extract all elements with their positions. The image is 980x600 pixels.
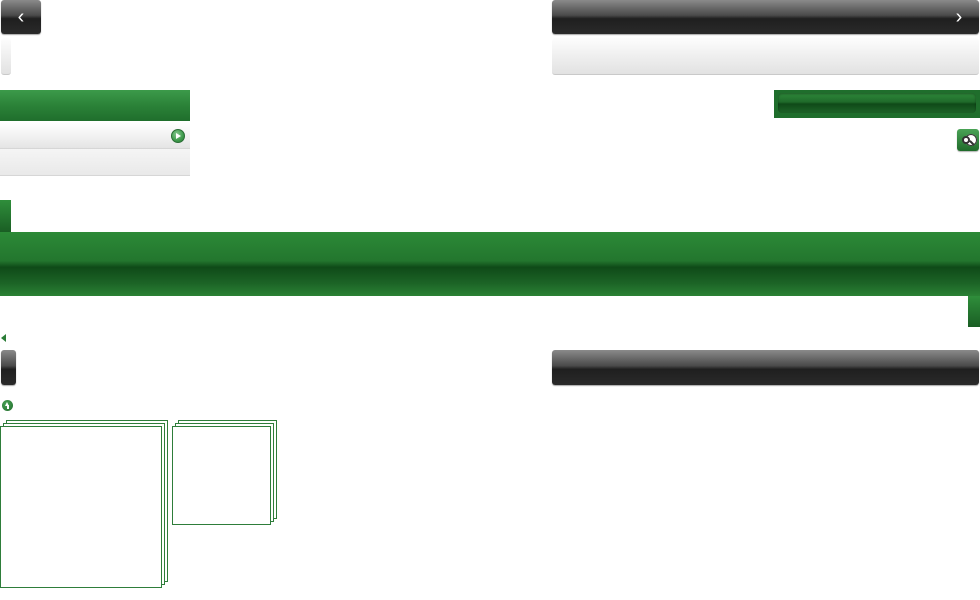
search-field[interactable] xyxy=(778,93,976,113)
subheader-left xyxy=(1,38,11,75)
play-arrow-icon xyxy=(171,129,185,143)
menu-item[interactable] xyxy=(0,149,190,176)
menu-header xyxy=(0,90,190,121)
chevron-right-icon: › xyxy=(955,6,963,28)
top-header-bar: › xyxy=(552,0,979,34)
section-bar-right xyxy=(552,350,979,385)
main-banner xyxy=(0,232,980,296)
next-button[interactable]: › xyxy=(939,0,979,34)
band-tab-left xyxy=(0,200,11,232)
up-arrow-icon[interactable] xyxy=(2,400,13,411)
card-stack-large[interactable] xyxy=(0,420,170,590)
subheader-right xyxy=(552,38,979,75)
card-stack-small[interactable] xyxy=(172,420,278,526)
stack-card-front xyxy=(0,426,162,588)
band-tab-right xyxy=(968,296,980,327)
stack-card-front xyxy=(172,426,271,525)
search-button[interactable] xyxy=(957,129,979,151)
prev-button[interactable]: ‹ xyxy=(1,0,41,34)
chevron-left-icon: ‹ xyxy=(17,6,25,28)
back-triangle-icon[interactable] xyxy=(1,334,6,342)
section-bar-left xyxy=(1,350,16,385)
search-header xyxy=(774,90,980,118)
menu-item[interactable] xyxy=(0,122,190,149)
